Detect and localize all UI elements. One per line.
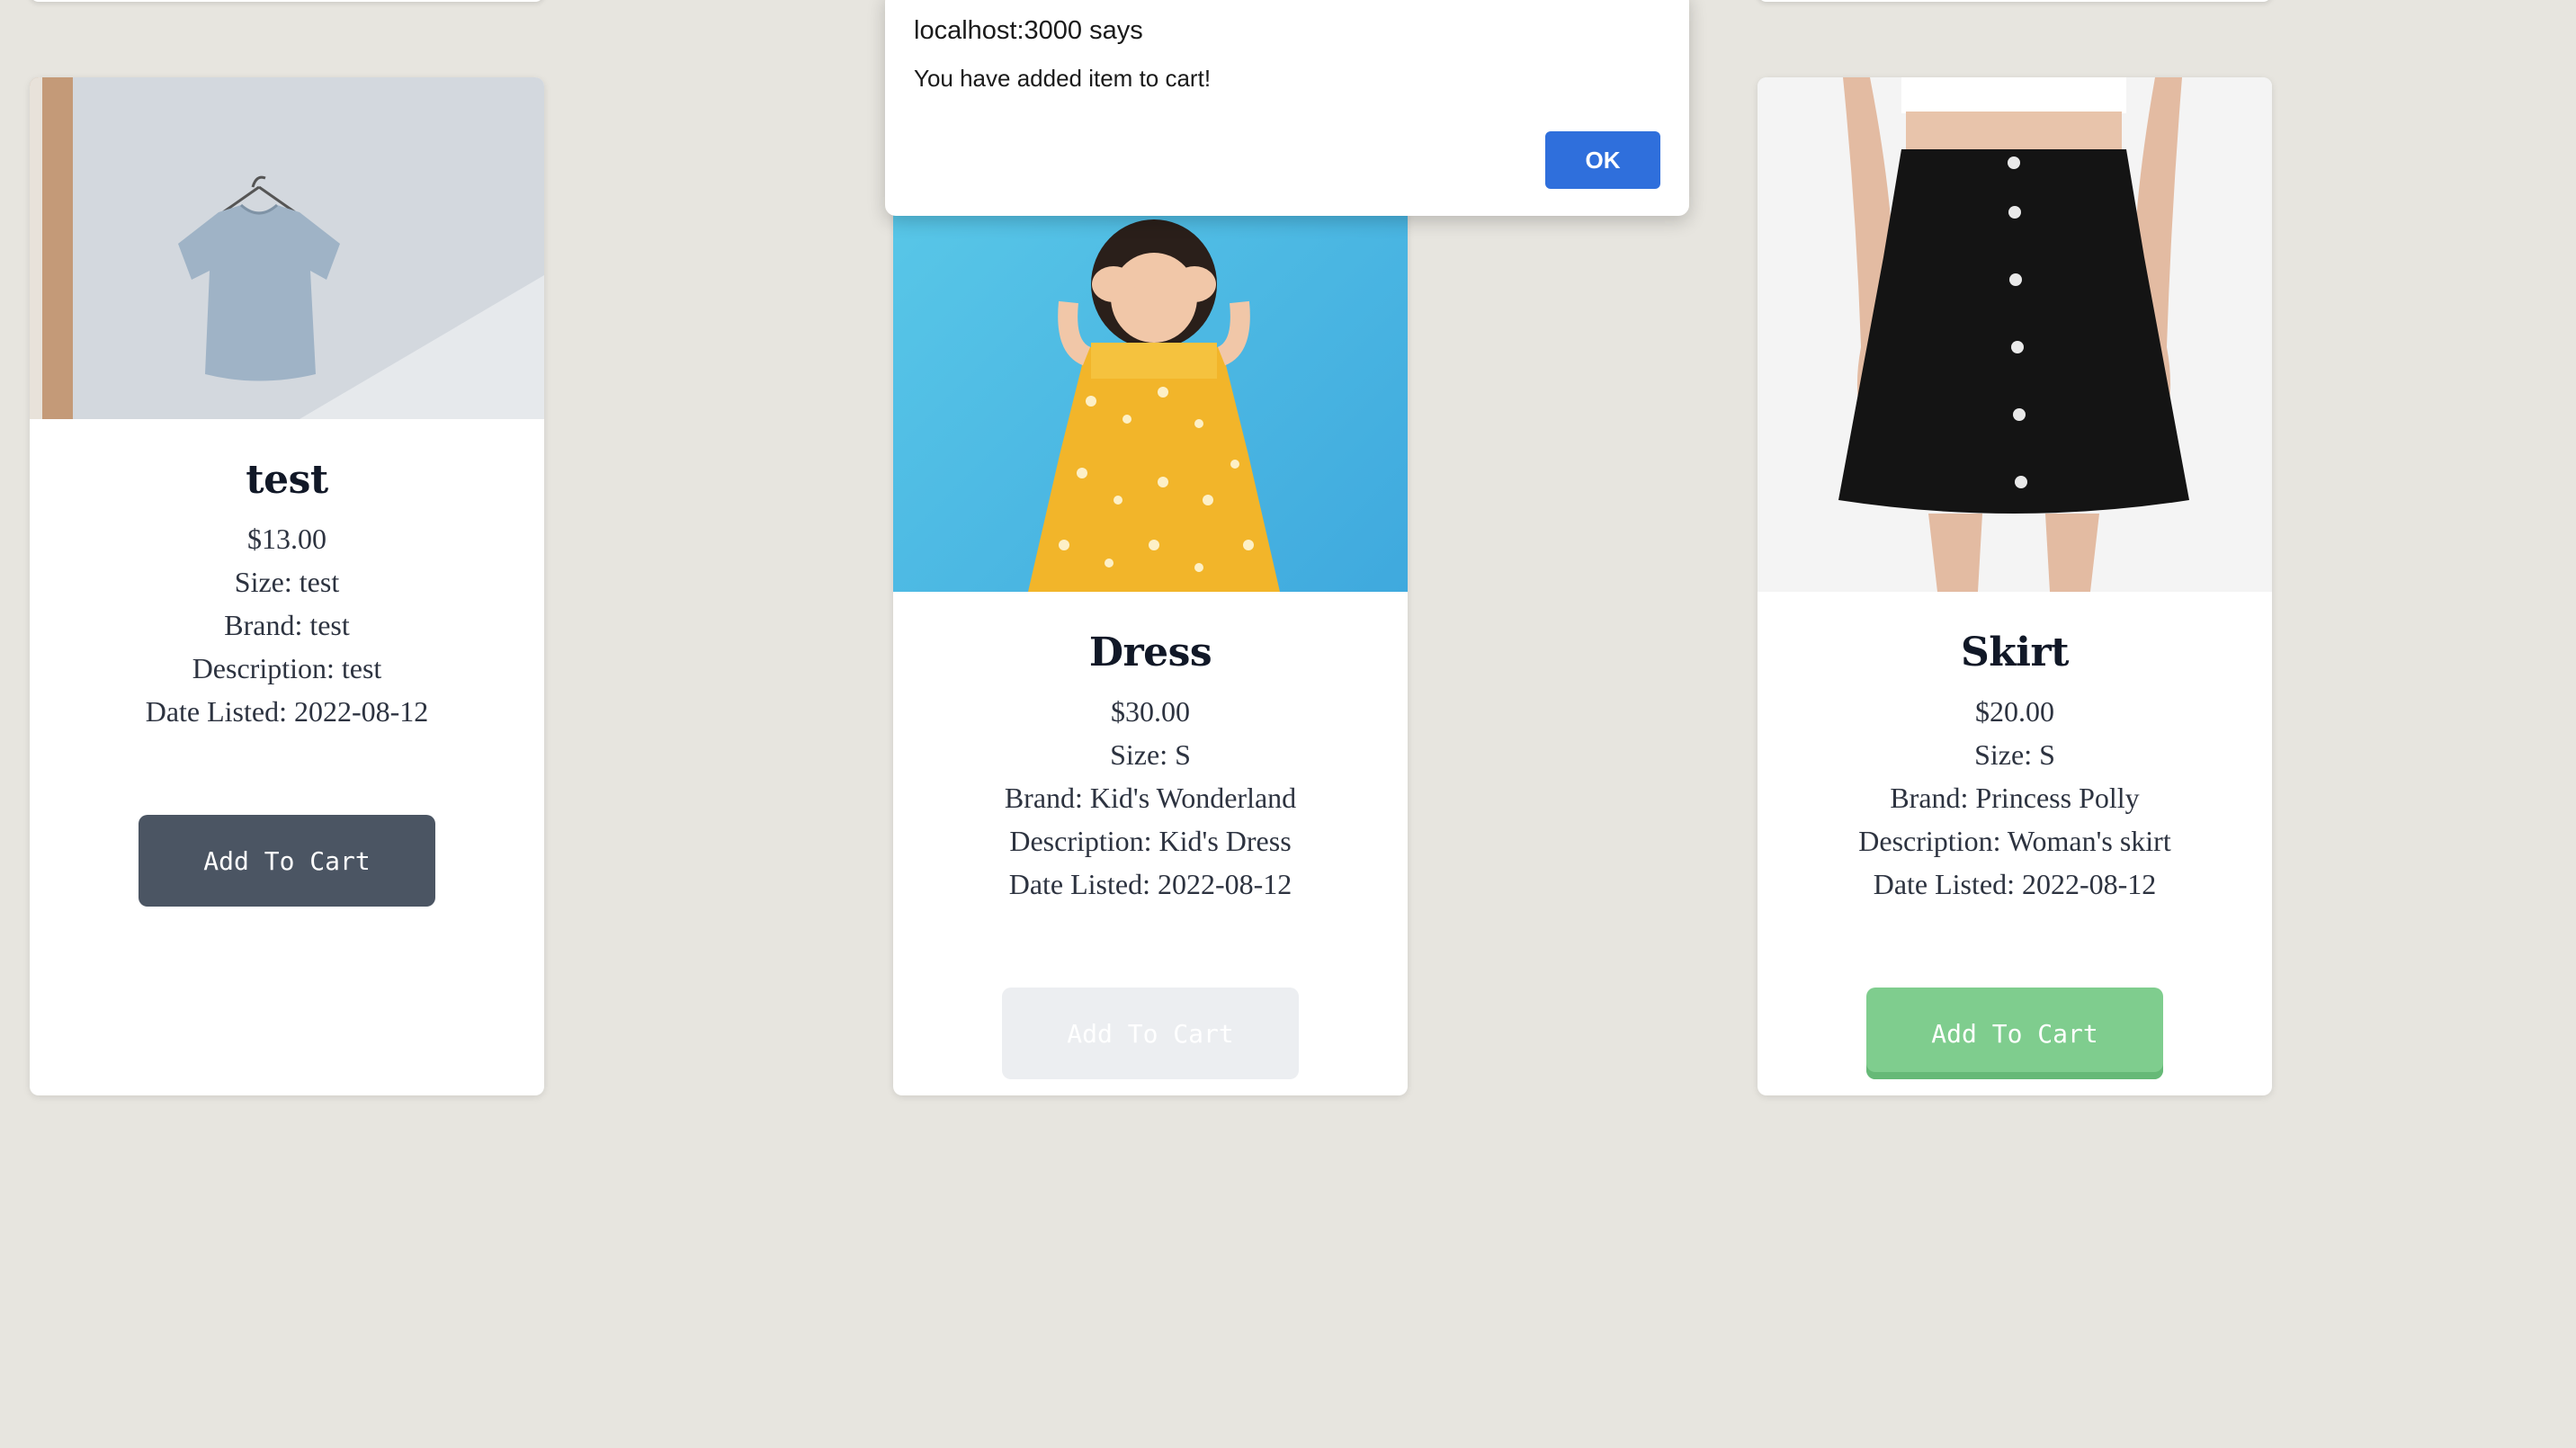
tshirt-photo <box>30 77 544 419</box>
product-brand: Brand: test <box>224 609 350 641</box>
product-description: Description: test <box>192 652 382 684</box>
product-description: Description: Woman's skirt <box>1858 825 2171 857</box>
previous-row-card-1 <box>30 0 544 2</box>
product-date-listed: Date Listed: 2022-08-12 <box>145 695 429 728</box>
add-to-cart-button[interactable]: Add To Cart <box>139 815 435 907</box>
product-card-dress: Dress $30.00 Size: S Brand: Kid's Wonder… <box>893 77 1408 1095</box>
product-price: $20.00 <box>1975 695 2054 728</box>
product-size: Size: test <box>234 566 340 598</box>
product-image <box>30 77 544 419</box>
product-description: Description: Kid's Dress <box>1009 825 1292 857</box>
product-brand: Brand: Princess Polly <box>1890 782 2140 814</box>
alert-title: localhost:3000 says <box>914 16 1143 45</box>
product-name: Skirt <box>1961 630 2069 675</box>
alert-message: You have added item to cart! <box>914 65 1212 92</box>
product-name: test <box>246 457 328 503</box>
add-to-cart-button[interactable]: Add To Cart <box>1866 988 2163 1079</box>
add-to-cart-button[interactable]: Add To Cart <box>1002 988 1299 1079</box>
ok-button[interactable]: OK <box>1545 131 1660 189</box>
product-size: Size: S <box>1110 738 1191 771</box>
previous-row-card-3 <box>1758 0 2272 2</box>
alert-dialog: localhost:3000 says You have added item … <box>885 0 1689 216</box>
skirt-photo <box>1758 77 2272 592</box>
product-date-listed: Date Listed: 2022-08-12 <box>1873 868 2157 900</box>
product-brand: Brand: Kid's Wonderland <box>1004 782 1297 814</box>
product-card-skirt: Skirt $20.00 Size: S Brand: Princess Pol… <box>1758 77 2272 1095</box>
product-price: $30.00 <box>1111 695 1190 728</box>
product-price: $13.00 <box>247 523 326 555</box>
product-date-listed: Date Listed: 2022-08-12 <box>1008 868 1292 900</box>
product-image <box>1758 77 2272 592</box>
product-card-test: test $13.00 Size: test Brand: test Descr… <box>30 77 544 1095</box>
product-size: Size: S <box>1974 738 2055 771</box>
product-name: Dress <box>1088 630 1212 675</box>
